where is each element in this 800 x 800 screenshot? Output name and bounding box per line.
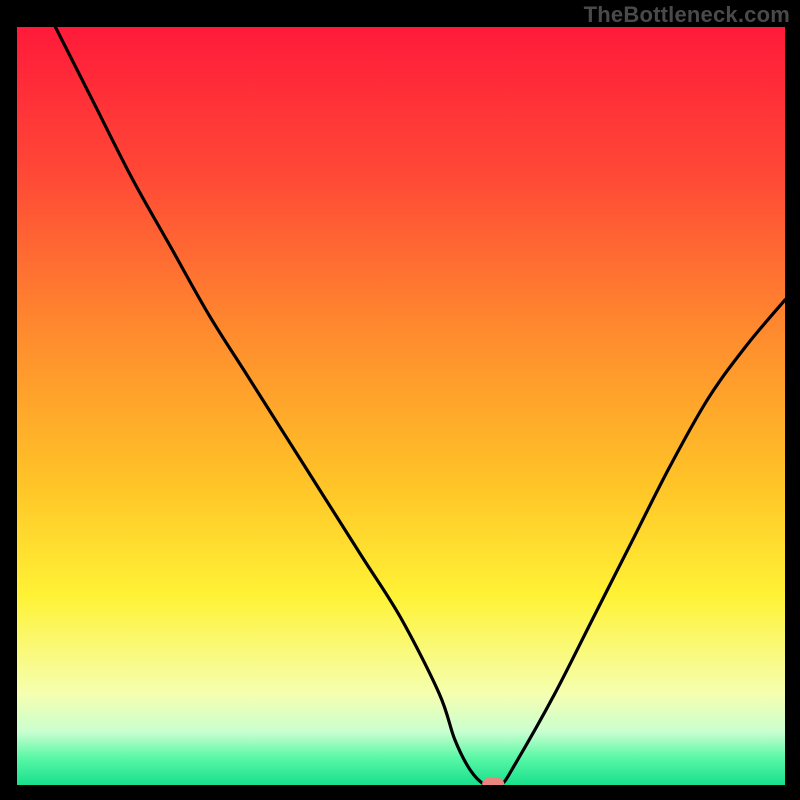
chart-container: TheBottleneck.com (0, 0, 800, 800)
gradient-background (17, 27, 785, 785)
optimal-marker (482, 778, 504, 785)
bottleneck-curve-svg (17, 27, 785, 785)
watermark-text: TheBottleneck.com (584, 2, 790, 28)
plot-area (17, 27, 785, 785)
